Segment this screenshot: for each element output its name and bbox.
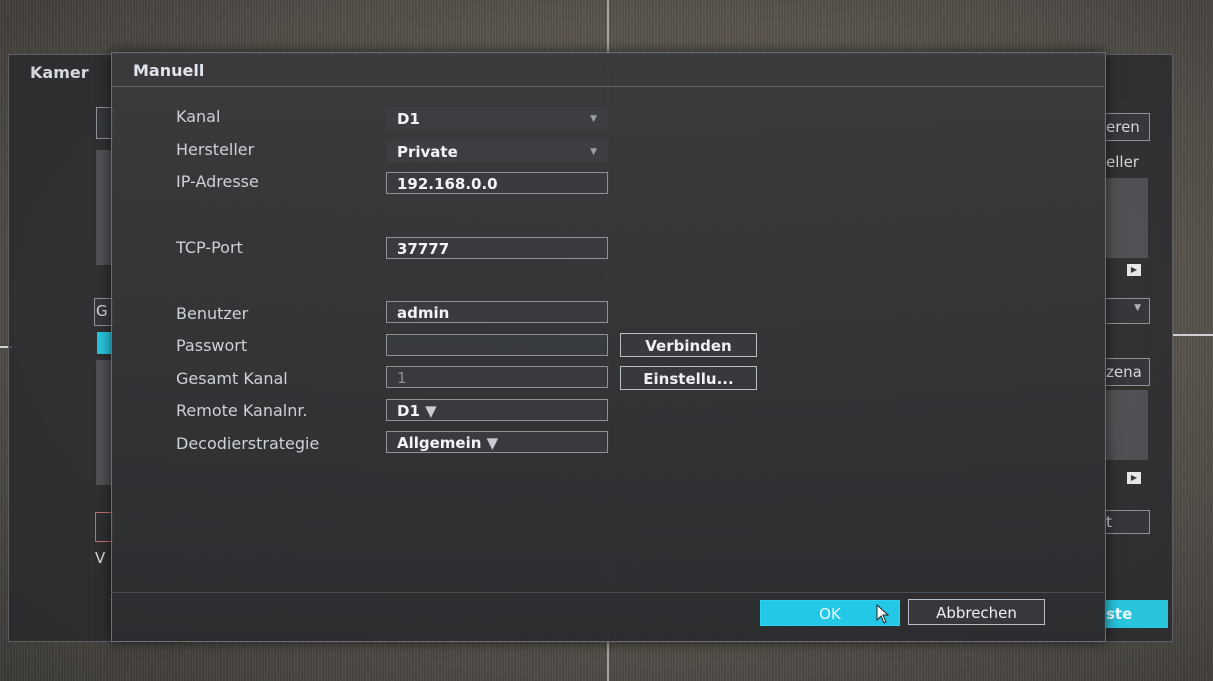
- background-right-button-4: t: [1104, 510, 1150, 534]
- settings-button[interactable]: Einstellu...: [620, 366, 757, 390]
- background-left-list-2: [96, 360, 112, 485]
- background-right-header: eller: [1106, 153, 1139, 171]
- kanal-value: D1: [397, 110, 420, 128]
- cancel-button[interactable]: Abbrechen: [908, 599, 1045, 625]
- kanal-select[interactable]: D1 ▼: [386, 107, 608, 129]
- user-value: admin: [397, 304, 450, 322]
- total-channel-value: 1: [397, 369, 407, 387]
- chevron-down-icon: ▼: [590, 147, 597, 157]
- total-channel-input: 1: [386, 366, 608, 388]
- dialog-footer-divider: [111, 592, 1104, 593]
- password-label: Passwort: [176, 336, 248, 355]
- remote-channel-label: Remote Kanalnr.: [176, 401, 308, 420]
- chevron-down-icon: ▼: [486, 434, 499, 452]
- decode-strategy-label: Decodierstrategie: [176, 434, 320, 453]
- tcp-port-input[interactable]: 37777: [386, 237, 608, 259]
- scroll-right-icon: ▶: [1127, 264, 1141, 276]
- background-right-bottom-button-label: ste: [1106, 605, 1133, 623]
- remote-channel-select[interactable]: D1 ▼: [386, 399, 608, 421]
- background-right-bottom-button: ste: [1104, 600, 1168, 628]
- background-right-list-2: [1104, 390, 1148, 460]
- background-right-select: ▼: [1104, 298, 1150, 324]
- chevron-down-icon: ▼: [425, 402, 437, 420]
- remote-channel-value: D1: [397, 402, 420, 420]
- background-right-button-4-label: t: [1106, 513, 1112, 531]
- total-channel-label: Gesamt Kanal: [176, 369, 288, 388]
- screen-split-line-right: [1172, 334, 1213, 336]
- scroll-right-icon-2: ▶: [1127, 472, 1141, 484]
- decode-strategy-select[interactable]: Allgemein ▼: [386, 431, 608, 453]
- background-left-select-text: G: [96, 302, 108, 320]
- manual-add-dialog: [111, 52, 1106, 642]
- background-right-list: [1104, 178, 1148, 258]
- ok-button-label: OK: [819, 605, 841, 623]
- kanal-label: Kanal: [176, 107, 221, 126]
- mouse-pointer-icon: [876, 604, 890, 624]
- chevron-down-icon: ▼: [1134, 303, 1141, 313]
- password-input[interactable]: [386, 334, 608, 356]
- ip-address-label: IP-Adresse: [176, 172, 259, 191]
- decode-strategy-value: Allgemein: [397, 434, 482, 452]
- connect-button[interactable]: Verbinden: [620, 333, 757, 357]
- chevron-down-icon: ▼: [590, 114, 597, 124]
- background-left-text-v: V: [95, 549, 106, 567]
- background-left-list: [96, 150, 112, 265]
- hersteller-label: Hersteller: [176, 140, 255, 159]
- tcp-port-label: TCP-Port: [176, 238, 243, 257]
- background-window-title: Kamer: [30, 63, 89, 82]
- background-right-header-2-label: zena: [1106, 363, 1142, 381]
- ip-address-input[interactable]: 192.168.0.0: [386, 172, 608, 194]
- dialog-title-divider: [111, 86, 1104, 87]
- background-right-button-1-label: eren: [1106, 118, 1140, 136]
- hersteller-value: Private: [397, 143, 458, 161]
- ip-address-value: 192.168.0.0: [397, 175, 498, 193]
- user-label: Benutzer: [176, 304, 249, 323]
- hersteller-select[interactable]: Private ▼: [386, 140, 608, 162]
- background-right-header-2: zena: [1104, 358, 1150, 386]
- background-right-button-1: eren: [1104, 113, 1150, 141]
- dialog-title: Manuell: [133, 61, 205, 80]
- background-left-selected-row: [97, 332, 111, 354]
- tcp-port-value: 37777: [397, 240, 450, 258]
- user-input[interactable]: admin: [386, 301, 608, 323]
